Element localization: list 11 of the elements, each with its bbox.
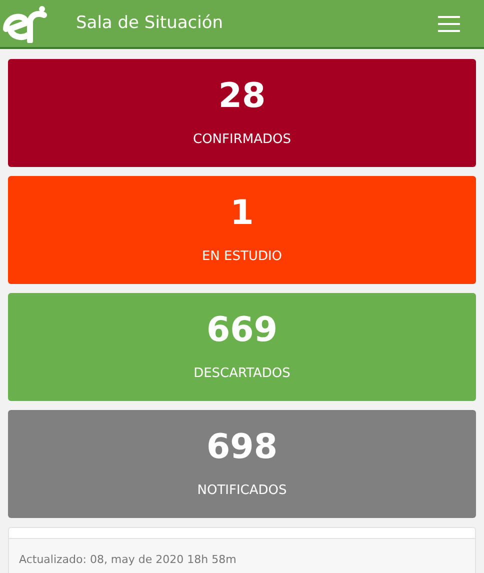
stat-label: EN ESTUDIO bbox=[202, 248, 282, 266]
stat-label: DESCARTADOS bbox=[194, 365, 290, 384]
logo-icon[interactable] bbox=[2, 4, 48, 42]
stat-value: 28 bbox=[218, 76, 266, 116]
stat-value: 698 bbox=[206, 427, 278, 468]
stat-value: 669 bbox=[206, 310, 278, 350]
stat-label: CONFIRMADOS bbox=[193, 131, 291, 150]
app-title: Sala de Situación bbox=[76, 12, 224, 35]
updated-text: Actualizado: 08, may de 2020 18h 58m bbox=[19, 553, 236, 566]
stat-value: 1 bbox=[230, 193, 254, 234]
stat-label: NOTIFICADOS bbox=[197, 482, 287, 500]
